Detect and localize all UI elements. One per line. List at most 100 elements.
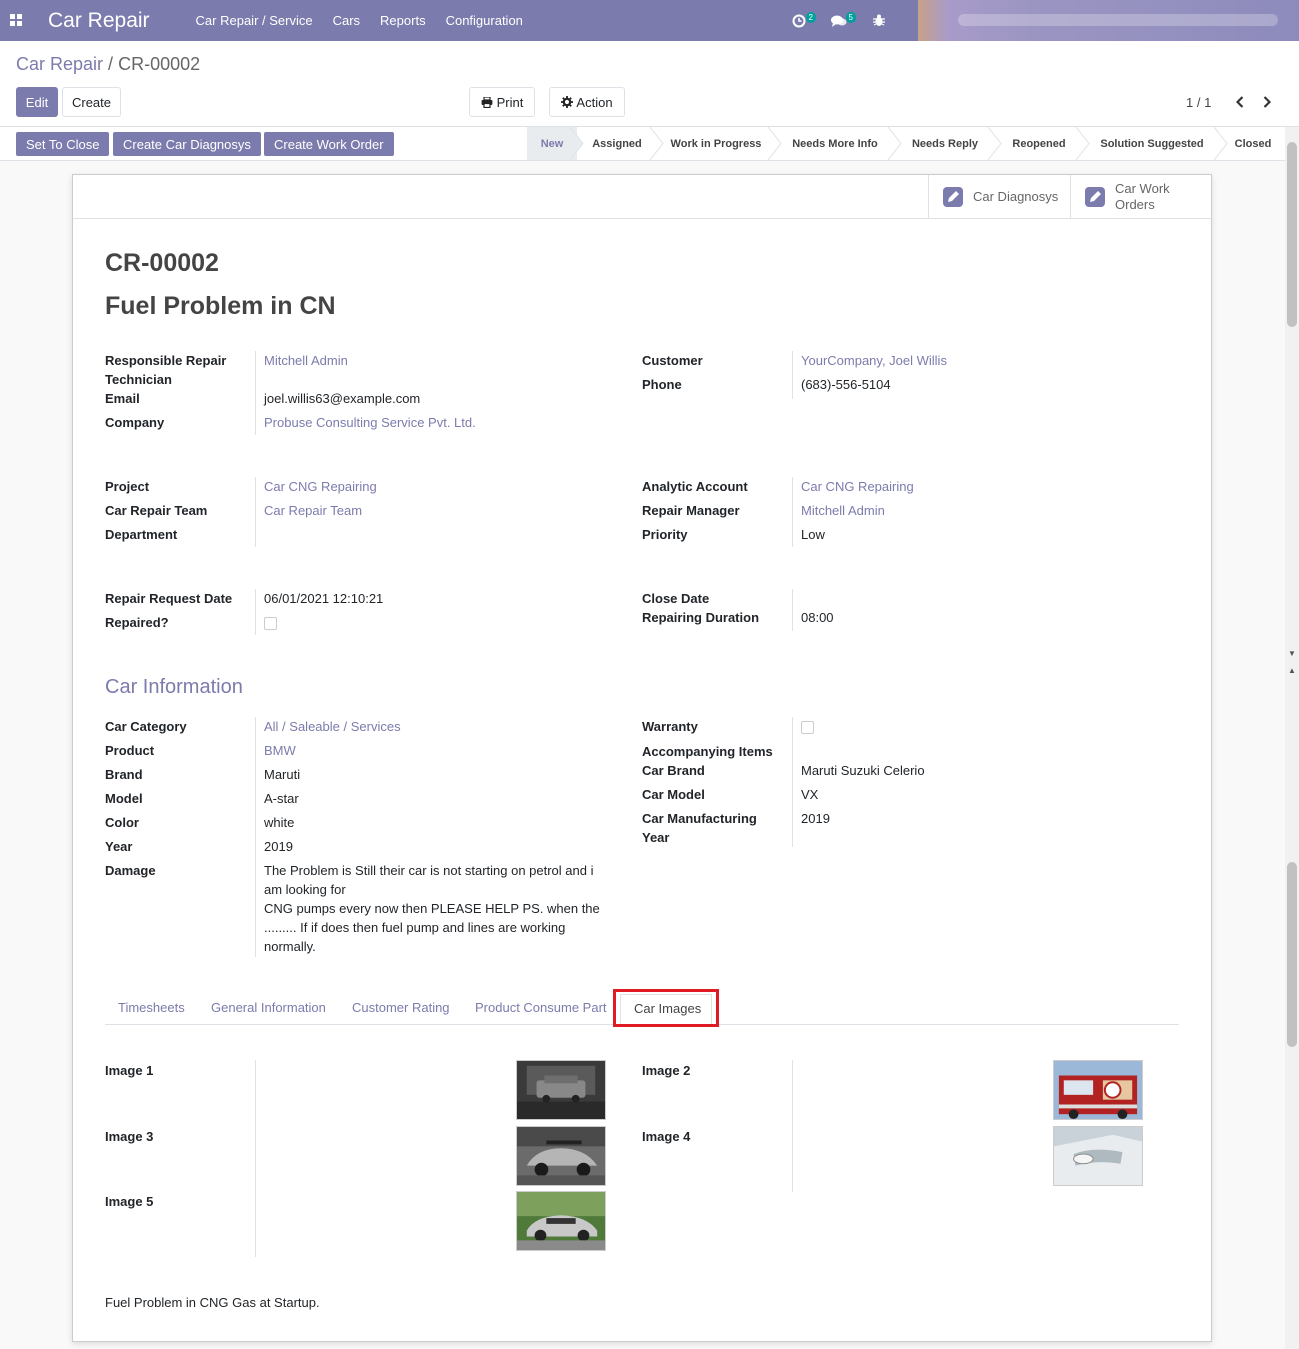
year-field: 2019: [264, 839, 293, 854]
email-field: joel.willis63@example.com: [264, 391, 421, 406]
page-scrollbar[interactable]: ▼ ▲: [1285, 127, 1299, 1349]
menu-cars[interactable]: Cars: [333, 13, 360, 28]
pencil-square-icon: [943, 186, 963, 207]
car-brand-field: Maruti Suzuki Celerio: [801, 763, 925, 778]
car-category-label: Car Category: [105, 719, 187, 734]
car-diagnosys-label: Car Diagnosys: [973, 189, 1059, 204]
car-work-orders-smart-button[interactable]: Car Work Orders: [1070, 175, 1211, 218]
message-count-badge: 5: [845, 11, 856, 23]
car-work-orders-label-line1: Car Work: [1115, 180, 1170, 196]
print-button[interactable]: Print: [469, 87, 535, 117]
tab-product-consume-part[interactable]: Product Consume Part: [475, 1000, 607, 1015]
edit-button[interactable]: Edit: [16, 87, 58, 117]
company-field[interactable]: Probuse Consulting Service Pvt. Ltd.: [264, 413, 476, 432]
priority-field[interactable]: Low: [801, 525, 825, 544]
pager-value[interactable]: 1 / 1: [1186, 95, 1211, 110]
responsible-field[interactable]: Mitchell Admin: [264, 351, 348, 370]
car-diagnosys-smart-button[interactable]: Car Diagnosys: [928, 175, 1070, 218]
stage-pipeline: New Assigned Work in Progress Needs More…: [527, 127, 1285, 160]
stage-new[interactable]: New: [527, 127, 584, 160]
scrollbar-thumb-upper[interactable]: [1287, 142, 1297, 327]
create-button[interactable]: Create: [62, 87, 121, 117]
project-field[interactable]: Car CNG Repairing: [264, 477, 377, 496]
responsible-label: Responsible Repair Technician: [105, 353, 227, 387]
company-label: Company: [105, 415, 165, 430]
stage-label: Needs More Info: [792, 137, 878, 150]
image-1-label: Image 1: [105, 1063, 154, 1078]
debug-bug-icon[interactable]: [868, 10, 890, 32]
analytic-account-field[interactable]: Car CNG Repairing: [801, 477, 914, 496]
scrollbar-thumb-lower[interactable]: [1287, 862, 1297, 1047]
stage-needs-more-info[interactable]: Needs More Info: [775, 127, 902, 160]
color-label: Color: [105, 815, 139, 830]
stage-solution-suggested[interactable]: Solution Suggested: [1083, 127, 1228, 160]
product-label: Product: [105, 743, 155, 758]
scroll-down-arrow-icon[interactable]: ▼: [1288, 650, 1296, 658]
damage-label: Damage: [105, 863, 156, 878]
create-work-order-button[interactable]: Create Work Order: [264, 132, 394, 156]
stage-needs-reply[interactable]: Needs Reply: [895, 127, 1002, 160]
highlight-box: [613, 989, 719, 1027]
print-label: Print: [496, 94, 524, 110]
year-label: Year: [105, 839, 133, 854]
product-field[interactable]: BMW: [264, 741, 296, 760]
car-category-field[interactable]: All / Saleable / Services: [264, 717, 401, 736]
gear-icon: [561, 96, 574, 108]
stage-reopened[interactable]: Reopened: [995, 127, 1090, 160]
pager-previous-button[interactable]: [1230, 91, 1250, 113]
menu-reports[interactable]: Reports: [380, 13, 426, 28]
pager-next-button[interactable]: [1257, 91, 1277, 113]
record-reference: CR-00002: [105, 249, 219, 277]
department-label: Department: [105, 527, 178, 542]
tab-timesheets[interactable]: Timesheets: [118, 1000, 185, 1015]
image-1-thumbnail[interactable]: [516, 1060, 606, 1120]
image-4-thumbnail[interactable]: [1053, 1126, 1143, 1186]
stage-closed[interactable]: Closed: [1221, 127, 1285, 160]
tab-general-information[interactable]: General Information: [211, 1000, 326, 1015]
record-title[interactable]: Fuel Problem in CN: [105, 292, 336, 321]
image-5-label: Image 5: [105, 1194, 154, 1209]
activity-clock-icon[interactable]: 2: [788, 10, 816, 32]
stage-separator-icon: [1076, 127, 1090, 160]
apps-menu-icon[interactable]: [0, 0, 32, 41]
stage-label: Needs Reply: [911, 137, 979, 150]
image-5-thumbnail[interactable]: [516, 1191, 606, 1251]
user-menu-avatar[interactable]: [918, 0, 1299, 41]
action-button[interactable]: Action: [549, 87, 625, 117]
stage-label: Closed: [1234, 137, 1272, 150]
repair-request-date-field: 06/01/2021 12:10:21: [264, 591, 384, 606]
repair-manager-field[interactable]: Mitchell Admin: [801, 501, 885, 520]
menu-car-repair-service[interactable]: Car Repair / Service: [196, 13, 313, 28]
car-repair-team-label: Car Repair Team: [105, 503, 208, 518]
car-repair-team-field[interactable]: Car Repair Team: [264, 501, 362, 520]
color-field: white: [264, 815, 295, 830]
accompanying-items-label: Accompanying Items: [642, 744, 773, 759]
app-title: Car Repair: [48, 8, 150, 32]
set-to-close-button[interactable]: Set To Close: [16, 132, 110, 156]
menu-configuration[interactable]: Configuration: [446, 13, 523, 28]
stage-separator-icon: [988, 127, 1002, 160]
stage-assigned[interactable]: Assigned: [577, 127, 664, 160]
car-brand-label: Car Brand: [642, 763, 705, 778]
tab-customer-rating[interactable]: Customer Rating: [352, 1000, 450, 1015]
image-2-thumbnail[interactable]: [1053, 1060, 1143, 1120]
breadcrumb-parent[interactable]: Car Repair: [16, 54, 103, 74]
model-field: A-star: [264, 791, 299, 806]
customer-field[interactable]: YourCompany, Joel Willis: [801, 351, 947, 370]
image-3-thumbnail[interactable]: [516, 1126, 606, 1186]
stage-work-in-progress[interactable]: Work in Progress: [657, 127, 782, 160]
form-sheet: Car Diagnosys Car Work Orders CR-00002 F…: [72, 174, 1212, 1342]
stage-label: Solution Suggested: [1100, 137, 1204, 150]
stage-separator-icon: [650, 127, 664, 160]
scroll-up-arrow-icon[interactable]: ▲: [1288, 667, 1296, 675]
status-bar: Set To Close Create Car Diagnosys Create…: [0, 127, 1299, 161]
stage-separator-icon: [570, 127, 584, 160]
customer-label: Customer: [642, 353, 703, 368]
repaired-label: Repaired?: [105, 615, 169, 630]
warranty-checkbox[interactable]: [801, 721, 814, 734]
action-label: Action: [576, 94, 613, 110]
print-icon: [481, 96, 493, 108]
repaired-checkbox[interactable]: [264, 617, 277, 630]
messages-chat-icon[interactable]: 5: [828, 10, 856, 32]
create-car-diagnosys-button[interactable]: Create Car Diagnosys: [113, 132, 261, 156]
